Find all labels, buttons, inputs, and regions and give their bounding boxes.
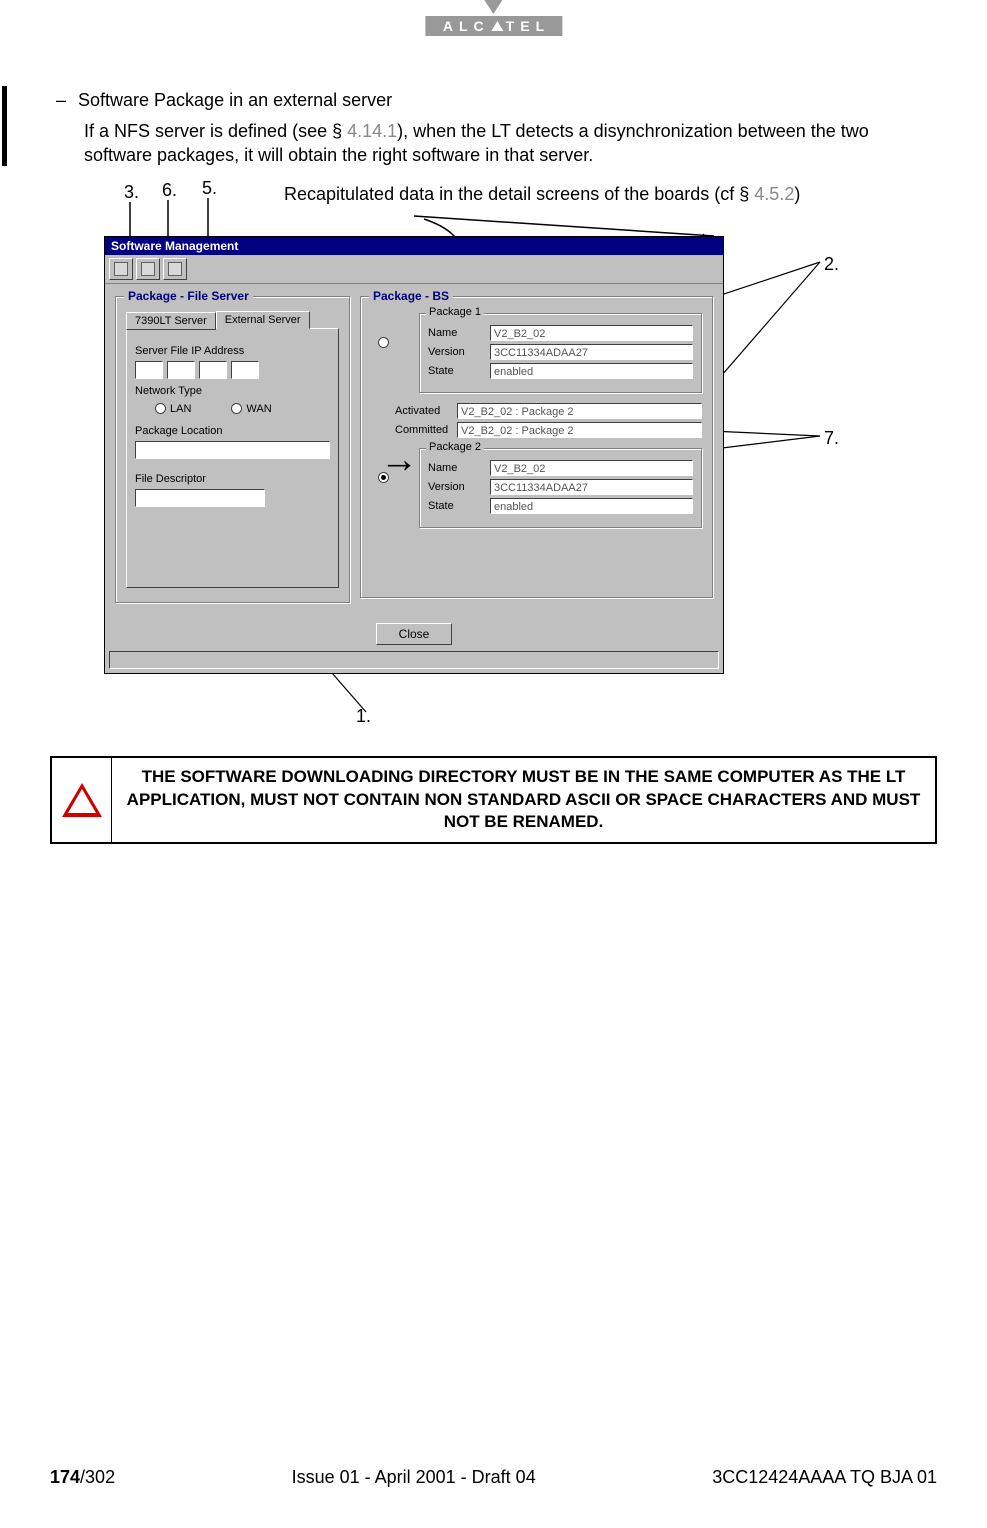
file-descriptor-label: File Descriptor	[135, 473, 330, 485]
tool-icon	[114, 262, 128, 276]
pkg1-state: enabled	[490, 363, 693, 379]
package-location-label: Package Location	[135, 425, 330, 437]
warning-text: THE SOFTWARE DOWNLOADING DIRECTORY MUST …	[112, 758, 935, 843]
package-2-radio[interactable]	[378, 472, 389, 483]
footer-center: Issue 01 - April 2001 - Draft 04	[292, 1467, 536, 1488]
group-title: Package - File Server	[124, 289, 253, 303]
pkg2-version: 3CC11334ADAA27	[490, 479, 693, 495]
callout-5: 5.	[202, 178, 217, 199]
tool-icon	[141, 262, 155, 276]
toolbar-button-2[interactable]	[136, 258, 160, 280]
paragraph: If a NFS server is defined (see § 4.14.1…	[84, 119, 937, 168]
software-management-dialog: Software Management Package - File Serve…	[104, 236, 724, 674]
warning-triangle-icon	[62, 783, 102, 817]
package-2-group: Package 2 NameV2_B2_02 Version3CC11334AD…	[419, 448, 702, 528]
callout-1: 1.	[356, 706, 371, 727]
tab-external-server[interactable]: External Server	[216, 311, 310, 329]
pkg1-version: 3CC11334ADAA27	[490, 344, 693, 360]
dialog-titlebar: Software Management	[105, 237, 723, 255]
figure: Recapitulated data in the detail screens…	[84, 176, 937, 746]
down-arrow-icon	[485, 0, 503, 14]
package-bs-group: Package - BS Package 1 NameV2_B2_02 Vers…	[360, 296, 713, 598]
toolbar-button-3[interactable]	[163, 258, 187, 280]
activated-value: V2_B2_02 : Package 2	[457, 403, 702, 419]
figure-caption: Recapitulated data in the detail screens…	[284, 184, 800, 205]
package-file-server-group: Package - File Server 7390LT Server Exte…	[115, 296, 350, 603]
toolbar-button-1[interactable]	[109, 258, 133, 280]
callout-6: 6.	[162, 180, 177, 201]
callout-2: 2.	[824, 254, 839, 275]
package-1-radio[interactable]	[378, 337, 389, 348]
ip-octet-3[interactable]	[199, 361, 227, 379]
package-location-input[interactable]	[135, 441, 330, 459]
server-tabs: 7390LT Server External Server	[126, 311, 339, 329]
group-title: Package - BS	[369, 289, 453, 303]
callout-3: 3.	[124, 182, 139, 203]
footer-right: 3CC12424AAAA TQ BJA 01	[712, 1467, 937, 1488]
network-type-label: Network Type	[135, 385, 330, 397]
committed-value: V2_B2_02 : Package 2	[457, 422, 702, 438]
revision-bar	[2, 86, 7, 166]
status-bar	[109, 651, 719, 669]
triangle-icon	[492, 21, 504, 31]
bullet-item: – Software Package in an external server	[50, 90, 937, 111]
wan-radio-option[interactable]: WAN	[231, 403, 271, 415]
ip-octet-1[interactable]	[135, 361, 163, 379]
tab-7390lt-server[interactable]: 7390LT Server	[126, 312, 216, 330]
ip-octet-4[interactable]	[231, 361, 259, 379]
callout-7: 7.	[824, 428, 839, 449]
ip-label: Server File IP Address	[135, 345, 330, 357]
page-footer: 174/302 Issue 01 - April 2001 - Draft 04…	[50, 1467, 937, 1488]
dialog-toolbar	[105, 255, 723, 284]
package-1-group: Package 1 NameV2_B2_02 Version3CC11334AD…	[419, 313, 702, 393]
ip-address-input	[135, 361, 330, 379]
warning-box: THE SOFTWARE DOWNLOADING DIRECTORY MUST …	[50, 756, 937, 845]
pkg2-state: enabled	[490, 498, 693, 514]
external-server-panel: Server File IP Address Network Type LAN	[126, 328, 339, 588]
radio-icon	[155, 403, 166, 414]
bullet-text: Software Package in an external server	[78, 90, 392, 111]
pkg2-name: V2_B2_02	[490, 460, 693, 476]
file-descriptor-input[interactable]	[135, 489, 265, 507]
ip-octet-2[interactable]	[167, 361, 195, 379]
tool-icon	[168, 262, 182, 276]
pkg1-name: V2_B2_02	[490, 325, 693, 341]
brand-logo: ALC TEL	[425, 0, 562, 36]
close-button[interactable]: Close	[376, 623, 452, 645]
radio-icon	[231, 403, 242, 414]
lan-radio-option[interactable]: LAN	[155, 403, 191, 415]
